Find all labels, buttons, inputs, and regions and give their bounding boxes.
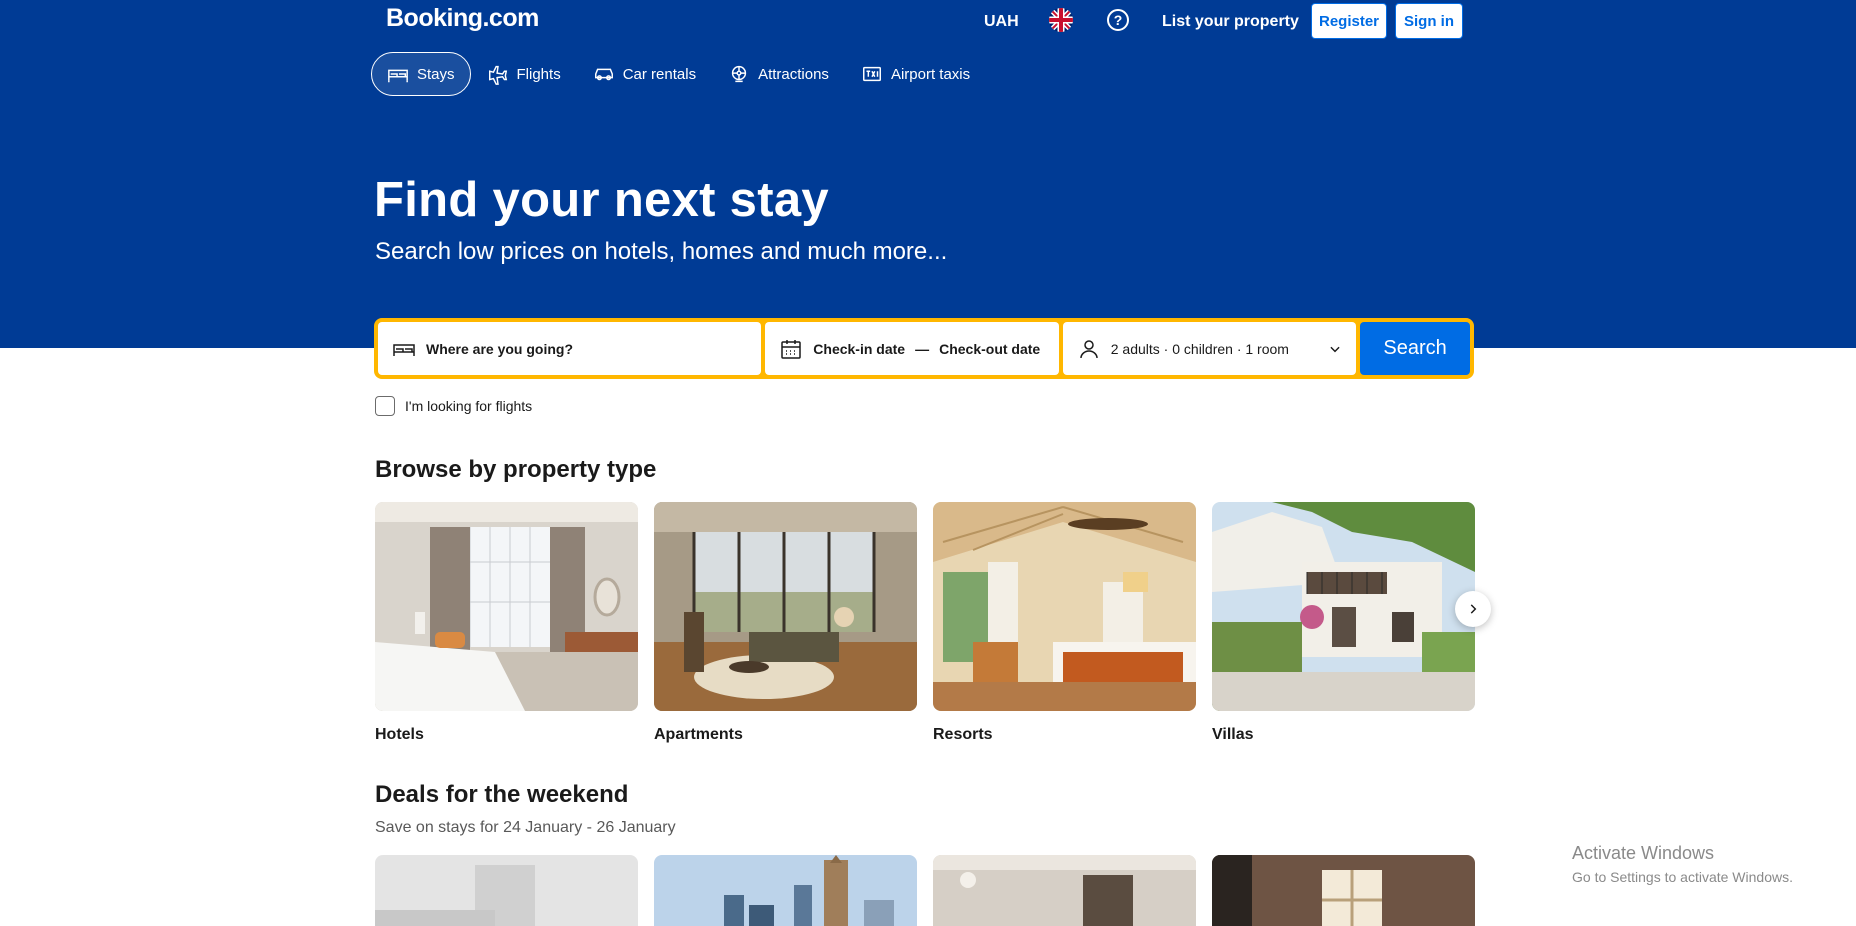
hero-subtitle: Search low prices on hotels, homes and m…	[375, 238, 948, 265]
tab-airport-taxis[interactable]: Airport taxis	[845, 52, 986, 96]
carousel-next-button[interactable]	[1455, 591, 1491, 627]
calendar-icon	[781, 339, 802, 359]
tab-flights-label: Flights	[516, 65, 561, 83]
occupancy-selector[interactable]: 2 adults · 0 children · 1 room	[1062, 322, 1357, 375]
tab-airport-taxis-label: Airport taxis	[890, 65, 971, 83]
person-icon	[1080, 339, 1098, 358]
date-picker[interactable]: Check-in date — Check-out date	[765, 322, 1059, 375]
tab-car-rentals[interactable]: Car rentals	[577, 52, 712, 96]
tab-flights[interactable]: Flights	[471, 52, 577, 96]
list-property-link[interactable]: List your property	[1162, 3, 1299, 41]
uk-flag-icon[interactable]	[1049, 8, 1073, 32]
checkout-label: Check-out date	[939, 340, 1041, 357]
hotels-label[interactable]: Hotels	[375, 726, 424, 744]
tab-stays-label: Stays	[417, 65, 455, 83]
deals-title: Deals for the weekend	[375, 781, 629, 808]
tab-stays[interactable]: Stays	[371, 52, 471, 96]
apartments-image[interactable]	[654, 502, 917, 711]
car-icon	[594, 68, 613, 81]
browse-title: Browse by property type	[375, 456, 657, 483]
tab-attractions[interactable]: Attractions	[712, 52, 845, 96]
resorts-image[interactable]	[933, 502, 1196, 711]
checkin-label: Check-in date	[813, 340, 906, 357]
sign-in-button[interactable]: Sign in	[1395, 3, 1463, 39]
deal-image[interactable]	[654, 855, 917, 926]
main-nav: Stays Flights Car rentals Attractions Ai…	[371, 52, 986, 96]
attractions-icon	[731, 65, 747, 83]
search-bar: Where are you going? Check-in date — Che…	[374, 318, 1474, 379]
register-button[interactable]: Register	[1311, 3, 1387, 39]
villas-image[interactable]	[1212, 502, 1475, 711]
resorts-label[interactable]: Resorts	[933, 726, 993, 744]
deals-subtitle: Save on stays for 24 January - 26 Januar…	[375, 819, 676, 836]
destination-input[interactable]: Where are you going?	[378, 322, 762, 375]
taxi-icon	[862, 66, 881, 82]
flights-checkbox[interactable]	[375, 396, 395, 416]
activate-windows-subtitle: Go to Settings to activate Windows.	[1572, 869, 1793, 885]
flights-checkbox-row[interactable]: I'm looking for flights	[375, 396, 532, 416]
bed-icon	[393, 343, 415, 356]
deal-image[interactable]	[1212, 855, 1475, 926]
occupancy-label: 2 adults · 0 children · 1 room	[1110, 340, 1289, 357]
villas-label[interactable]: Villas	[1212, 726, 1254, 744]
chevron-right-icon	[1470, 604, 1477, 614]
tab-car-rentals-label: Car rentals	[622, 65, 697, 83]
activate-windows-title: Activate Windows	[1572, 843, 1715, 863]
date-separator: —	[915, 340, 930, 357]
destination-placeholder: Where are you going?	[426, 340, 574, 357]
hotels-image[interactable]	[375, 502, 638, 711]
booking-logo[interactable]: Booking.com	[386, 4, 539, 33]
flights-checkbox-label: I'm looking for flights	[405, 398, 533, 414]
tab-attractions-label: Attractions	[758, 65, 829, 83]
plane-icon	[488, 65, 507, 85]
help-icon[interactable]: ?	[1107, 9, 1129, 31]
deal-image[interactable]	[933, 855, 1196, 926]
bed-icon	[388, 69, 408, 83]
currency-selector[interactable]: UAH	[984, 3, 1019, 41]
deal-image[interactable]	[375, 855, 638, 926]
apartments-label[interactable]: Apartments	[654, 726, 743, 744]
search-button[interactable]: Search	[1360, 322, 1470, 375]
hero-title: Find your next stay	[374, 173, 829, 227]
chevron-down-icon	[1330, 346, 1340, 352]
